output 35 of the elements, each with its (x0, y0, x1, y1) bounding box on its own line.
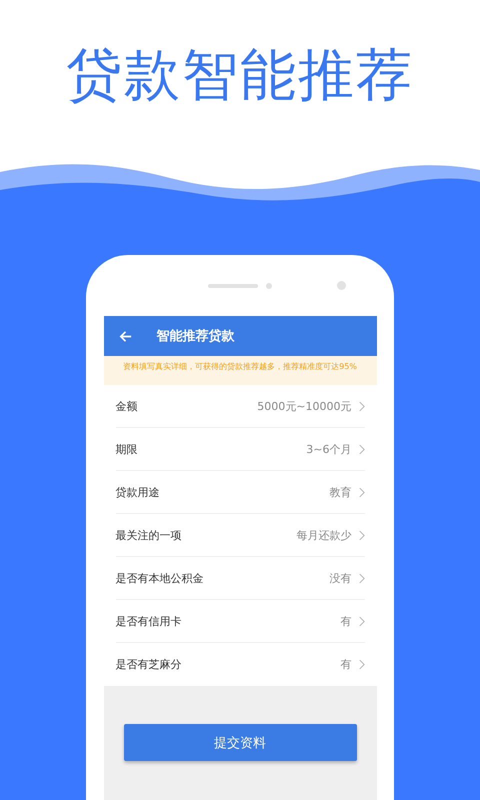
row-value: 有 (340, 657, 352, 672)
chevron-icon (358, 530, 364, 540)
chevron-icon (358, 444, 364, 454)
row-label: 是否有本地公积金 (116, 570, 204, 586)
chevron-icon (358, 572, 364, 584)
chevron-icon (358, 486, 364, 498)
form-row[interactable]: 是否有信用卡 有 (116, 600, 364, 643)
row-label: 是否有信用卡 (116, 614, 182, 628)
submit-button[interactable]: 提交资料 (124, 724, 356, 761)
row-label: 贷款用途 (116, 484, 160, 500)
row-value: 3~6个月 (306, 442, 352, 456)
form-row[interactable]: 最关注的一项 每月还款少 (116, 514, 364, 557)
headline: 贷款智能推荐 (66, 42, 414, 110)
row-value: 教育 (330, 484, 352, 500)
row-label: 金额 (116, 398, 138, 414)
form-row[interactable]: 是否有芝麻分 有 (116, 643, 364, 686)
sensor-icon (266, 282, 272, 288)
form-row[interactable]: 贷款用途 教育 (116, 471, 364, 514)
screen-title: 智能推荐贷款 (156, 328, 234, 345)
row-label: 期限 (116, 442, 138, 456)
form-row[interactable]: 期限 3~6个月 (116, 428, 364, 471)
row-value: 有 (340, 614, 352, 628)
row-label: 最关注的一项 (116, 528, 182, 542)
back-arrow-icon[interactable] (118, 328, 132, 344)
form-row[interactable]: 金额 5000元~10000元 (116, 385, 364, 428)
form-row[interactable]: 是否有本地公积金 没有 (116, 557, 364, 600)
camera-icon (337, 281, 346, 290)
notice-banner: 资料填写真实详细，可获得的贷款推荐越多，推荐精准度可达95% (104, 356, 376, 385)
row-value: 每月还款少 (296, 528, 352, 542)
row-value: 5000元~10000元 (257, 398, 352, 414)
chevron-icon (358, 659, 364, 670)
chevron-icon (358, 616, 364, 626)
row-label: 是否有芝麻分 (116, 657, 182, 672)
row-value: 没有 (330, 570, 352, 586)
chevron-icon (358, 400, 364, 412)
